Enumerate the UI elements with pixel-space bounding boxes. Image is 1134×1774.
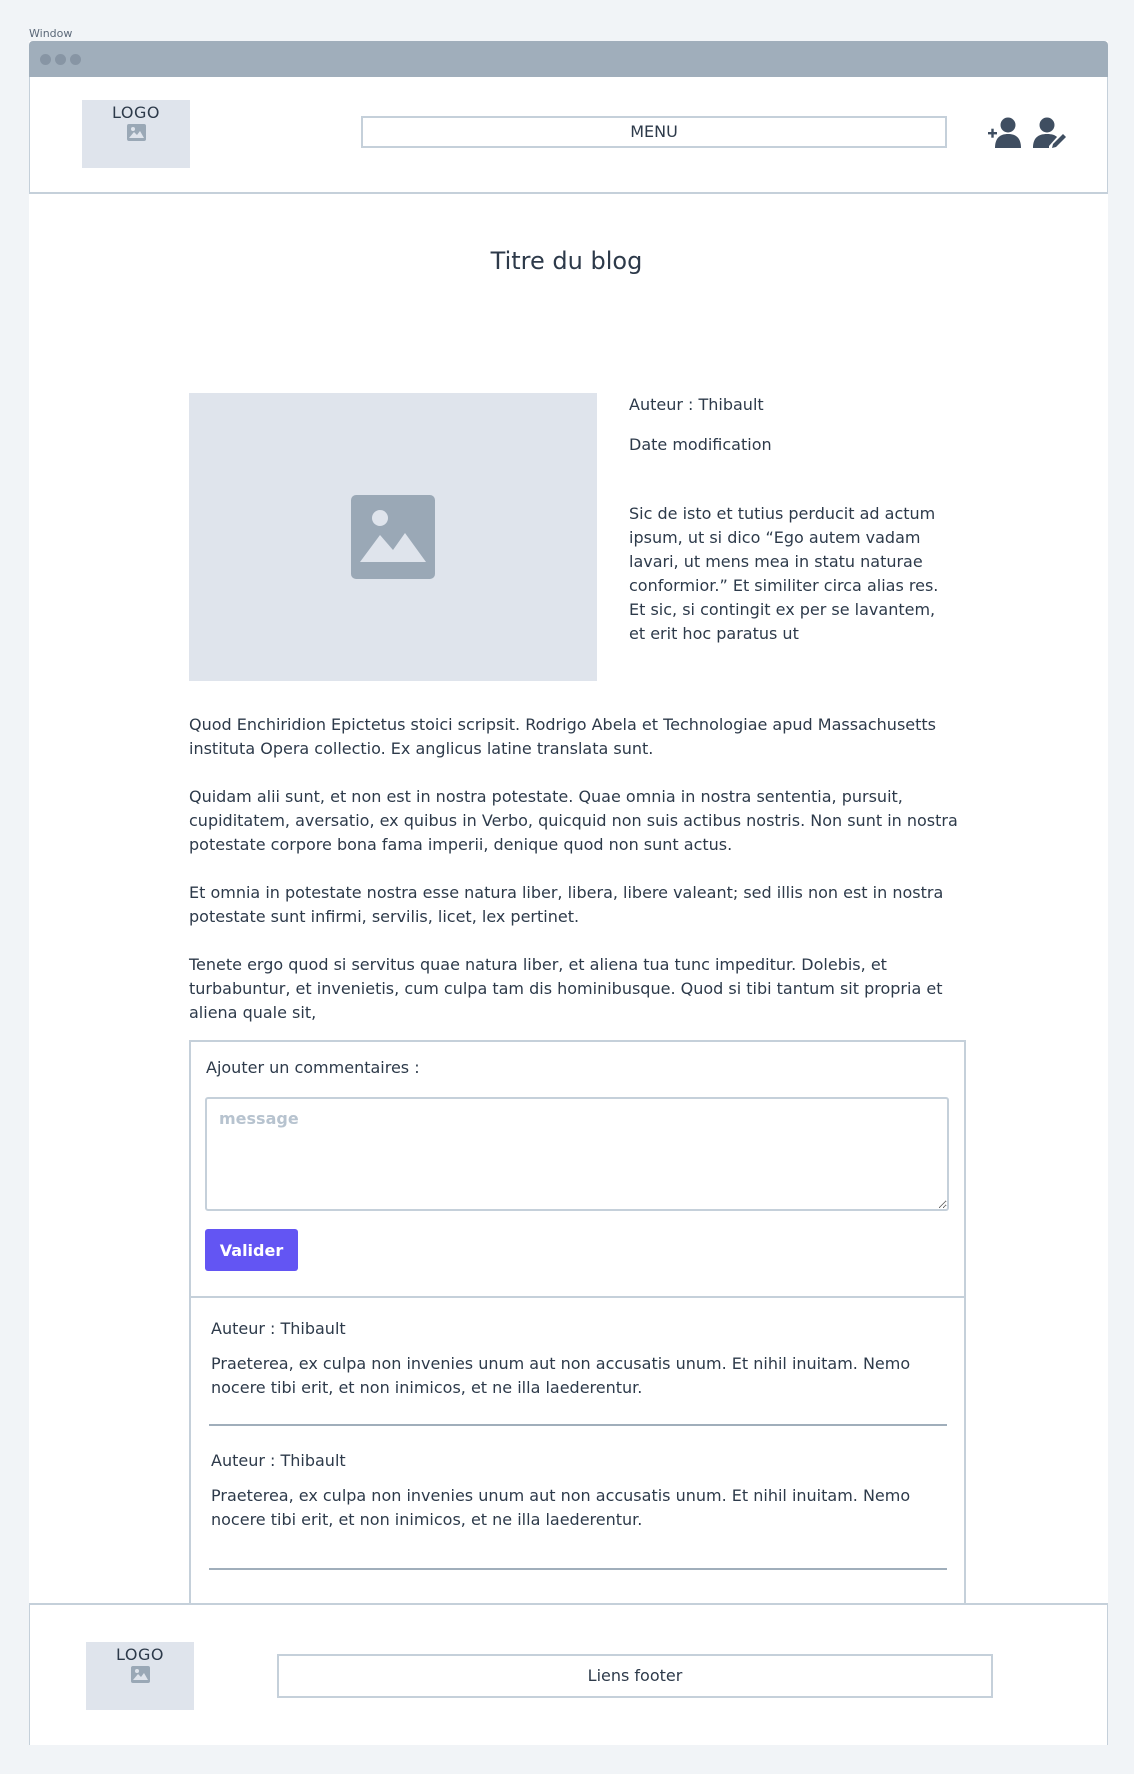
header-logo-text: LOGO <box>112 103 160 122</box>
footer-logo[interactable]: LOGO <box>86 1642 194 1710</box>
image-icon <box>126 124 146 141</box>
hero-image <box>189 393 597 681</box>
add-user-icon[interactable] <box>987 117 1023 149</box>
submit-button[interactable]: Valider <box>205 1229 298 1271</box>
site-header: LOGO MENU <box>29 77 1108 194</box>
comment-form: Ajouter un commentaires : Valider <box>191 1042 964 1298</box>
comment-item: Auteur : Thibault Praeterea, ex culpa no… <box>211 1319 946 1400</box>
close-dot[interactable] <box>40 54 51 65</box>
browser-window: LOGO MENU Titre du blog Auteur: Thibaul… <box>29 41 1108 1745</box>
header-logo[interactable]: LOGO <box>82 100 190 168</box>
window-label: Window <box>29 27 73 40</box>
comment-author: Auteur : Thibault <box>211 1451 346 1470</box>
body-paragraph: Quidam alii sunt, et non est in nostra p… <box>189 787 958 854</box>
footer-logo-text: LOGO <box>116 1645 164 1664</box>
post-date: Date modification <box>629 435 772 454</box>
footer-links[interactable]: Liens footer <box>277 1654 993 1698</box>
maximize-dot[interactable] <box>70 54 81 65</box>
main-menu[interactable]: MENU <box>361 116 947 148</box>
image-icon <box>130 1666 150 1683</box>
post-body: Quod Enchiridion Epictetus stoici scrips… <box>189 713 989 1049</box>
title-bar <box>29 41 1108 77</box>
edit-user-icon[interactable] <box>1032 117 1068 149</box>
post-intro: Sic de isto et tutius perducit ad actum … <box>629 504 939 643</box>
body-paragraph: Et omnia in potestate nostra esse natura… <box>189 883 944 926</box>
minimize-dot[interactable] <box>55 54 66 65</box>
body-paragraph: Tenete ergo quod si servitus quae natura… <box>189 955 943 1022</box>
comment-divider <box>209 1568 947 1570</box>
comment-input[interactable] <box>205 1097 949 1211</box>
comments-section: Ajouter un commentaires : Valider Auteur… <box>189 1040 966 1604</box>
comment-author: Auteur : Thibault <box>211 1319 346 1338</box>
page-title: Titre du blog <box>490 247 643 275</box>
image-icon <box>351 495 435 579</box>
comment-label: Ajouter un commentaires : <box>206 1058 420 1077</box>
comment-text: Praeterea, ex culpa non invenies unum au… <box>211 1354 911 1397</box>
comment-divider <box>209 1424 947 1426</box>
post-author: Auteur : Thibault <box>629 395 764 414</box>
site-footer: LOGO Liens footer <box>29 1603 1108 1745</box>
body-paragraph: Quod Enchiridion Epictetus stoici scrips… <box>189 715 936 758</box>
comment-text: Praeterea, ex culpa non invenies unum au… <box>211 1486 911 1529</box>
comment-item: Auteur : Thibault Praeterea, ex culpa no… <box>211 1451 946 1532</box>
